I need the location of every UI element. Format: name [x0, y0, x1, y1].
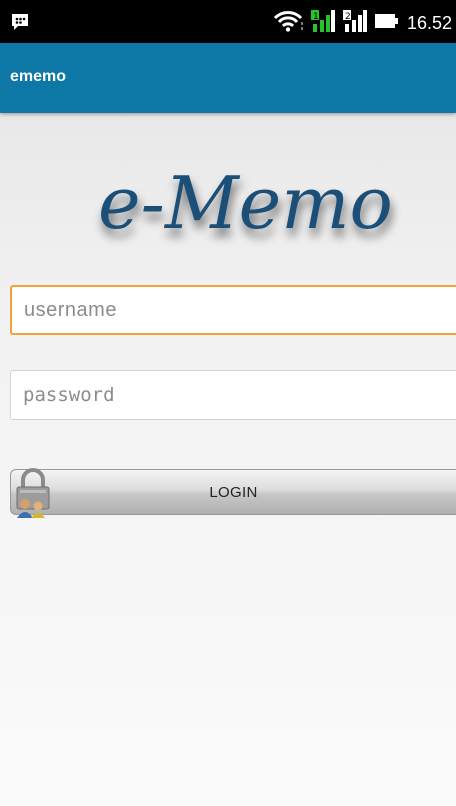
password-input[interactable] — [10, 370, 456, 420]
status-bar: 1 2 16.52 — [0, 0, 456, 43]
wifi-icon — [273, 10, 303, 37]
app-title: ememo — [10, 68, 67, 85]
signal-1-icon: 1 — [310, 10, 335, 37]
login-label: LOGIN — [209, 483, 258, 501]
login-button[interactable]: LOGIN — [10, 468, 456, 518]
e-memo-logo: e-Memo — [90, 140, 410, 265]
app-bar: ememo — [0, 43, 456, 113]
signal-2-icon: 2 — [342, 10, 367, 37]
logo-text: e-Memo — [98, 161, 393, 245]
svg-text:2: 2 — [345, 12, 351, 22]
username-input[interactable] — [10, 285, 456, 335]
blackberry-messenger-icon — [10, 12, 30, 37]
status-time: 16.52 — [406, 13, 452, 33]
svg-text:1: 1 — [313, 12, 319, 22]
battery-icon — [374, 14, 399, 33]
